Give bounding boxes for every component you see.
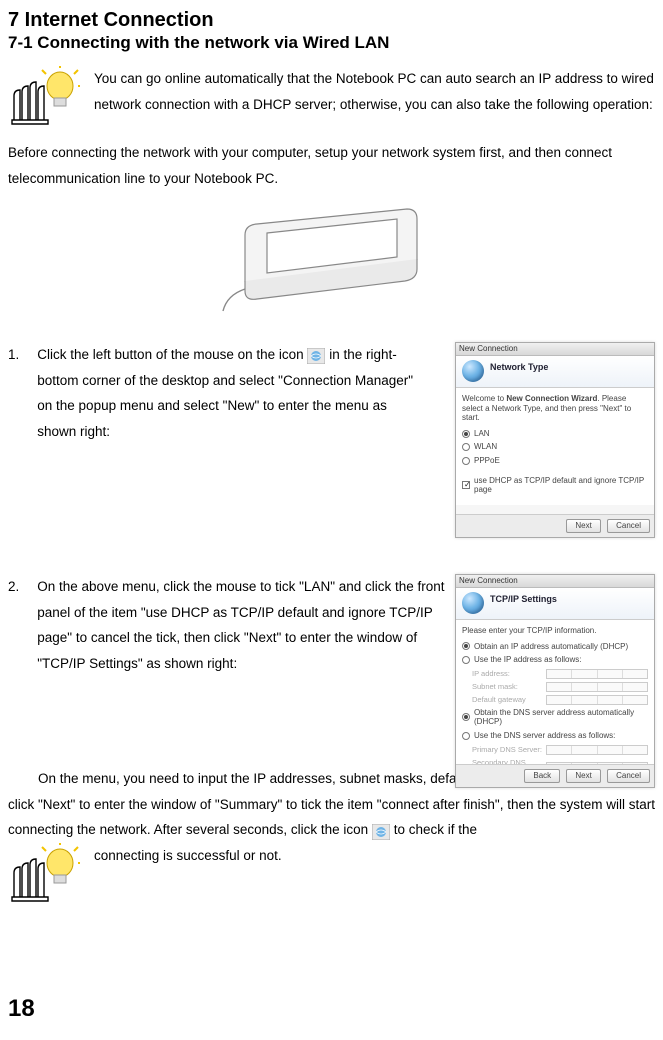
checkbox-icon: [462, 481, 470, 489]
dialog-intro: Please enter your TCP/IP information.: [462, 626, 648, 636]
primary-dns-field[interactable]: Primary DNS Server:: [472, 745, 648, 755]
network-tray-icon: [372, 823, 390, 839]
cancel-button[interactable]: Cancel: [607, 519, 650, 533]
dialog-header: Network Type: [456, 356, 654, 388]
page-number: 18: [8, 986, 35, 1032]
radio-icon: [462, 457, 470, 465]
step-body: On the above menu, click the mouse to ti…: [37, 574, 458, 677]
dialog-titlebar: New Connection: [456, 575, 654, 588]
step-text-a: Click the left button of the mouse on th…: [37, 347, 303, 362]
step-number: 2.: [8, 574, 19, 677]
new-connection-dialog-1: New Connection Network Type Welcome to N…: [455, 342, 655, 538]
globe-icon: [462, 360, 484, 382]
next-button[interactable]: Next: [566, 519, 600, 533]
checkbox-dhcp[interactable]: use DHCP as TCP/IP default and ignore TC…: [462, 476, 648, 495]
ip-address-field[interactable]: IP address:: [472, 669, 648, 679]
dialog-header: TCP/IP Settings: [456, 588, 654, 620]
tip-block: You can go online automatically that the…: [8, 66, 655, 128]
subnet-mask-field[interactable]: Subnet mask:: [472, 682, 648, 692]
radio-icon: [462, 732, 470, 740]
option-manual-dns[interactable]: Use the DNS server address as follows:: [462, 731, 648, 741]
laptop-illustration: [8, 199, 655, 328]
option-wlan[interactable]: WLAN: [462, 442, 648, 452]
radio-icon: [462, 713, 470, 721]
option-lan[interactable]: LAN: [462, 429, 648, 439]
radio-icon: [462, 656, 470, 664]
option-manual-ip[interactable]: Use the IP address as follows:: [462, 655, 648, 665]
step-1: 1. Click the left button of the mouse on…: [8, 342, 655, 542]
lightbulb-hand-icon: [8, 66, 80, 128]
back-button[interactable]: Back: [524, 769, 560, 783]
option-auto-dns[interactable]: Obtain the DNS server address automatica…: [462, 708, 648, 727]
dialog-header-title: TCP/IP Settings: [490, 594, 648, 605]
globe-icon: [462, 592, 484, 614]
tip-text: connecting is successful or not.: [94, 843, 282, 869]
new-connection-dialog-2: New Connection TCP/IP Settings Please en…: [455, 574, 655, 788]
cancel-button[interactable]: Cancel: [607, 769, 650, 783]
step-number: 1.: [8, 342, 19, 445]
option-auto-ip[interactable]: Obtain an IP address automatically (DHCP…: [462, 642, 648, 652]
radio-icon: [462, 443, 470, 451]
next-button[interactable]: Next: [566, 769, 600, 783]
cont-text-b: to check if the: [394, 822, 477, 837]
step-body: Click the left button of the mouse on th…: [37, 342, 428, 445]
option-pppoe[interactable]: PPPoE: [462, 456, 648, 466]
radio-icon: [462, 642, 470, 650]
dialog-header-title: Network Type: [490, 362, 648, 373]
dialog-welcome: Welcome to New Connection Wizard. Please…: [462, 394, 648, 423]
tip-block-2: connecting is successful or not.: [8, 843, 655, 905]
step-2: 2. On the above menu, click the mouse to…: [8, 574, 655, 784]
radio-icon: [462, 430, 470, 438]
dialog-titlebar: New Connection: [456, 343, 654, 356]
network-tray-icon: [307, 347, 325, 363]
lightbulb-hand-icon: [8, 843, 80, 905]
tip-text: You can go online automatically that the…: [94, 66, 655, 117]
intro-paragraph: Before connecting the network with your …: [8, 140, 655, 191]
section-heading: 7 Internet Connection: [8, 8, 655, 32]
gateway-field[interactable]: Default gateway: [472, 695, 648, 705]
subsection-heading: 7-1 Connecting with the network via Wire…: [8, 32, 655, 54]
